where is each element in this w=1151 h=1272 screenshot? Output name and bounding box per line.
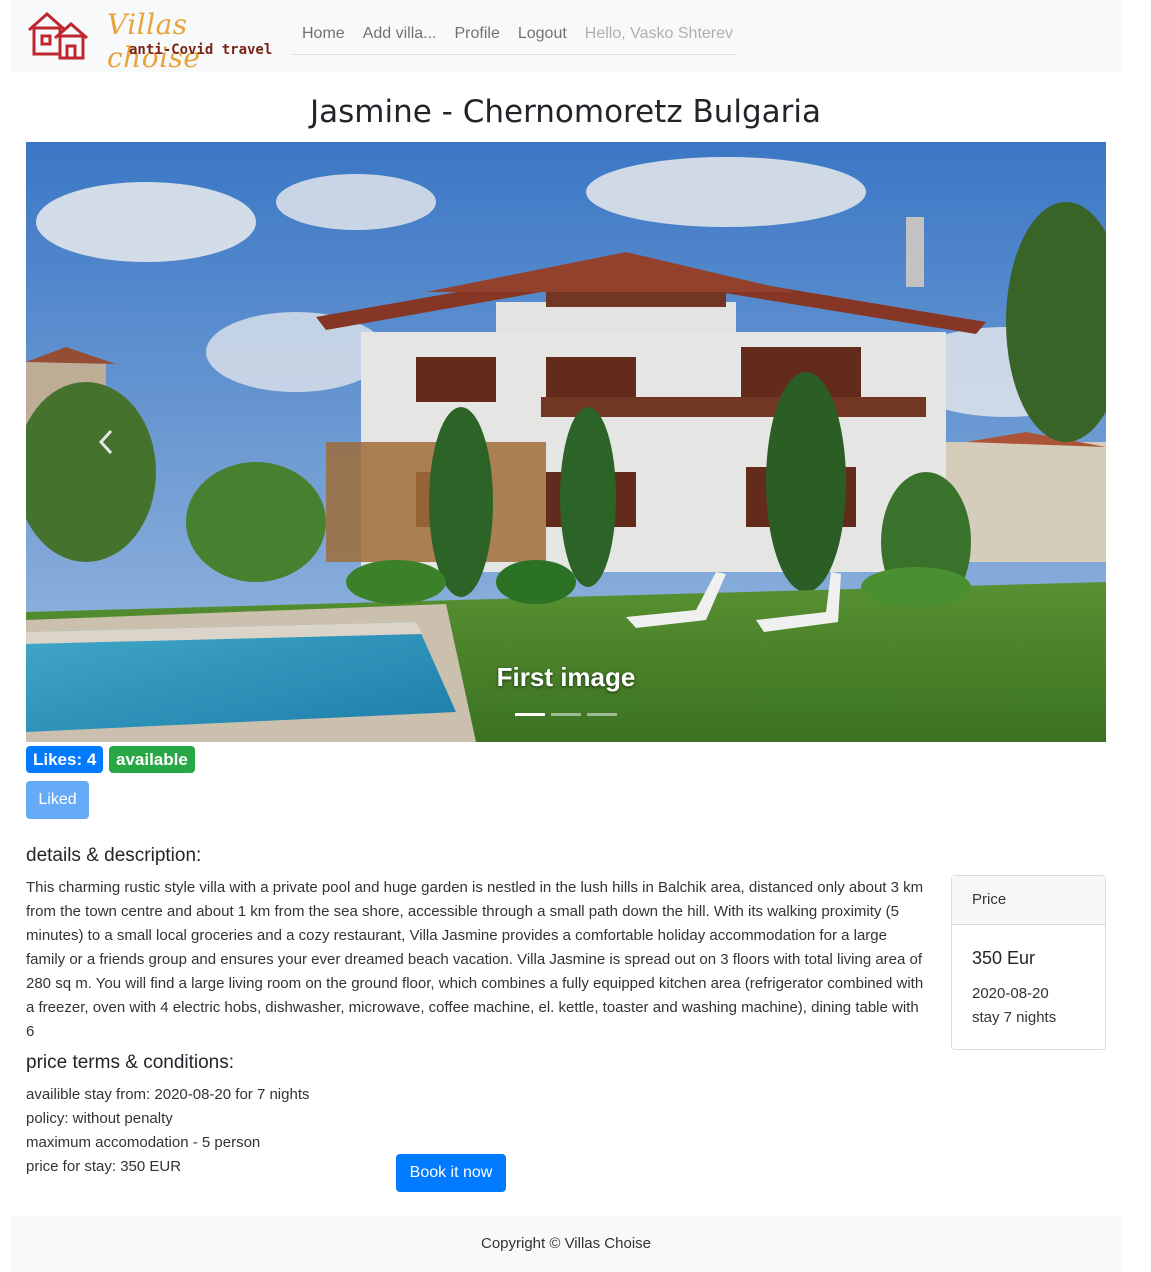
nav-home-link[interactable]: Home [293, 25, 354, 43]
terms-line: price for stay: 350 EUR [26, 1158, 182, 1175]
price-card: Price 350 Eur 2020-08-20 stay 7 nights [951, 875, 1106, 1050]
book-button[interactable]: Book it now [396, 1154, 506, 1192]
carousel-indicator[interactable] [515, 713, 545, 716]
copyright-text: Copyright © Villas Choise [480, 1235, 652, 1252]
brand-tagline: anti-Covid travel [129, 42, 273, 58]
villa-photo [26, 142, 1106, 742]
brand-logo[interactable]: Villas choise anti-Covid travel [27, 8, 277, 74]
nav-logout-link[interactable]: Logout [509, 25, 576, 43]
price-meta: 2020-08-20 stay 7 nights [972, 982, 1056, 1030]
navbar: Villas choise anti-Covid travel Home Add… [11, 0, 1121, 74]
carousel-prev[interactable] [26, 142, 186, 742]
liked-button[interactable]: Liked [26, 781, 89, 819]
terms-line: maximum accomodation - 5 person [26, 1134, 261, 1151]
carousel-indicator[interactable] [587, 713, 617, 716]
villa-title: Jasmine - Chernomoretz Bulgaria [309, 94, 822, 130]
details-heading: details & description: [26, 845, 202, 866]
image-carousel[interactable]: First image [26, 142, 1106, 742]
terms-line: availible stay from: 2020-08-20 for 7 ni… [26, 1086, 310, 1103]
nav-menu: Home Add villa... Profile Logout Hello, … [293, 14, 736, 55]
house-icon [28, 11, 88, 60]
terms-heading: price terms & conditions: [26, 1052, 235, 1073]
terms-line: policy: without penalty [26, 1110, 173, 1127]
brand-name: Villas choise [107, 8, 201, 74]
likes-badge: Likes: 4 [26, 746, 104, 773]
footer: Copyright © Villas Choise [11, 1216, 1121, 1272]
user-greeting: Hello, Vasko Shterev [584, 25, 734, 42]
carousel-indicators [26, 713, 1106, 716]
villa-description: This charming rustic style villa with a … [26, 879, 924, 1040]
terms-list: availible stay from: 2020-08-20 for 7 ni… [26, 1083, 309, 1179]
chevron-left-icon [98, 429, 113, 455]
price-card-header: Price [952, 876, 1105, 925]
carousel-indicator[interactable] [551, 713, 581, 716]
nav-profile-link[interactable]: Profile [446, 25, 509, 43]
carousel-caption: First image [496, 662, 636, 692]
price-date: 2020-08-20 [972, 985, 1049, 1002]
status-badge: available [109, 746, 195, 773]
price-stay: stay 7 nights [972, 1009, 1057, 1026]
nav-add-villa-link[interactable]: Add villa... [354, 25, 446, 43]
price-amount: 350 Eur [972, 948, 1036, 968]
